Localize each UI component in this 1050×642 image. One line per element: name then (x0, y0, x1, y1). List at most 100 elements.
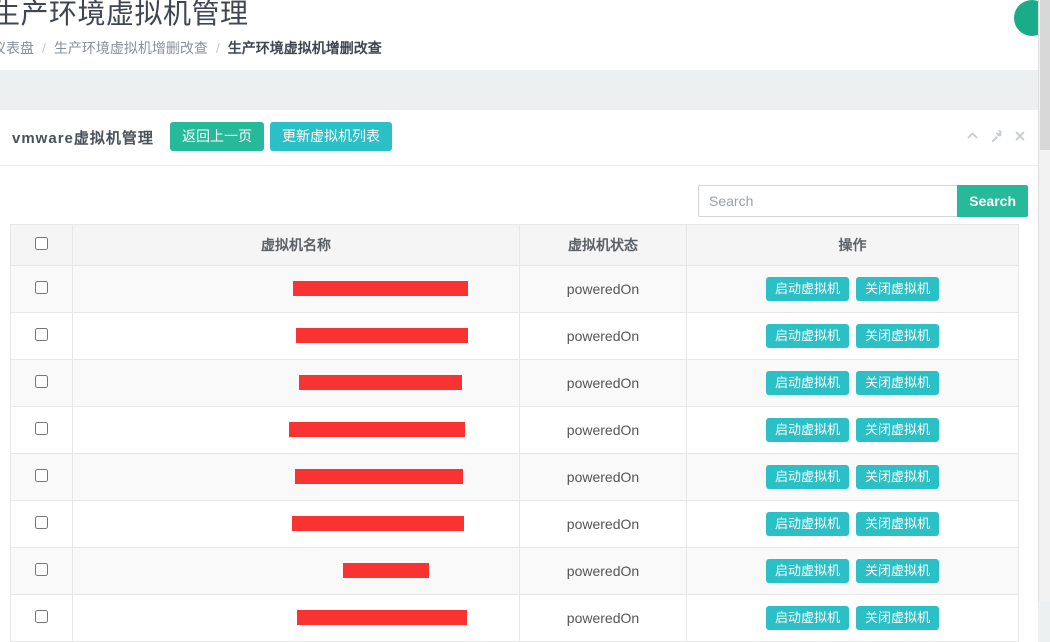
panel-header-actions: 返回上一页 更新虚拟机列表 (170, 122, 392, 152)
column-header-select-all (10, 224, 73, 266)
column-header-operations: 操作 (686, 224, 1019, 266)
start-vm-button[interactable]: 启动虚拟机 (765, 276, 849, 302)
page-scrollbar-thumb[interactable] (1040, 0, 1050, 150)
refresh-vm-list-button[interactable]: 更新虚拟机列表 (270, 122, 392, 152)
vm-operations-cell: 启动虚拟机 关闭虚拟机 (686, 547, 1019, 595)
column-header-vm-name: 虚拟机名称 (72, 224, 520, 266)
search-group: Search (698, 185, 1028, 217)
stop-vm-button[interactable]: 关闭虚拟机 (856, 464, 940, 490)
table-row: poweredOn 启动虚拟机 关闭虚拟机 (10, 500, 1019, 548)
start-vm-button[interactable]: 启动虚拟机 (765, 558, 849, 584)
stop-vm-button[interactable]: 关闭虚拟机 (856, 323, 940, 349)
redaction-overlay (293, 281, 468, 296)
vm-name-cell (72, 500, 520, 548)
vm-operations-cell: 启动虚拟机 关闭虚拟机 (686, 265, 1019, 313)
operations-group: 启动虚拟机 关闭虚拟机 (687, 417, 1018, 443)
breadcrumb-item-vm-crud[interactable]: 生产环境虚拟机增删改查 (54, 38, 208, 58)
page-header: 生产环境虚拟机管理 仪表盘 / 生产环境虚拟机增删改查 / 生产环境虚拟机增删改… (0, 0, 1050, 70)
stop-vm-button[interactable]: 关闭虚拟机 (856, 511, 940, 537)
table-row: poweredOn 启动虚拟机 关闭虚拟机 (10, 312, 1019, 360)
operations-group: 启动虚拟机 关闭虚拟机 (687, 605, 1018, 631)
start-vm-button[interactable]: 启动虚拟机 (765, 323, 849, 349)
select-all-checkbox[interactable] (35, 237, 48, 250)
breadcrumb-item-dashboard[interactable]: 仪表盘 (0, 38, 34, 58)
chevron-up-icon[interactable] (966, 129, 979, 142)
search-button[interactable]: Search (957, 185, 1028, 217)
row-select-cell (10, 265, 73, 313)
table-row: poweredOn 启动虚拟机 关闭虚拟机 (10, 359, 1019, 407)
stop-vm-button[interactable]: 关闭虚拟机 (856, 417, 940, 443)
vm-table: 虚拟机名称 虚拟机状态 操作 poweredOn 启动虚拟机 关闭虚拟机 powere… (10, 224, 1019, 642)
redaction-overlay (296, 328, 468, 343)
row-select-checkbox[interactable] (35, 563, 48, 576)
operations-group: 启动虚拟机 关闭虚拟机 (687, 558, 1018, 584)
table-row: poweredOn 启动虚拟机 关闭虚拟机 (10, 265, 1019, 313)
vm-state-cell: poweredOn (519, 406, 687, 454)
close-icon[interactable] (1014, 130, 1026, 142)
row-select-checkbox[interactable] (35, 281, 48, 294)
row-select-checkbox[interactable] (35, 375, 48, 388)
start-vm-button[interactable]: 启动虚拟机 (765, 605, 849, 631)
redaction-overlay (297, 610, 467, 625)
vm-operations-cell: 启动虚拟机 关闭虚拟机 (686, 500, 1019, 548)
stop-vm-button[interactable]: 关闭虚拟机 (856, 605, 940, 631)
row-select-cell (10, 547, 73, 595)
vm-state-cell: poweredOn (519, 265, 687, 313)
stop-vm-button[interactable]: 关闭虚拟机 (856, 558, 940, 584)
row-select-cell (10, 406, 73, 454)
vm-state-cell: poweredOn (519, 359, 687, 407)
page-scrollbar[interactable] (1038, 0, 1050, 602)
stop-vm-button[interactable]: 关闭虚拟机 (856, 370, 940, 396)
breadcrumb-item-current: 生产环境虚拟机增删改查 (227, 40, 382, 56)
redaction-overlay (292, 516, 464, 531)
table-row: poweredOn 启动虚拟机 关闭虚拟机 (10, 406, 1019, 454)
vm-name-cell (72, 453, 520, 501)
row-select-checkbox[interactable] (35, 422, 48, 435)
vm-management-panel: vmware虚拟机管理 返回上一页 更新虚拟机列表 Search Search … (0, 110, 1038, 642)
start-vm-button[interactable]: 启动虚拟机 (765, 464, 849, 490)
start-vm-button[interactable]: 启动虚拟机 (765, 417, 849, 443)
panel-body: Search 虚拟机名称 虚拟机状态 操作 poweredOn启动虚拟机关闭虚拟… (0, 166, 1038, 642)
panel-tools (966, 129, 1026, 142)
row-select-checkbox[interactable] (35, 610, 48, 623)
redaction-overlay (299, 375, 462, 390)
operations-group: 启动虚拟机 关闭虚拟机 (687, 464, 1018, 490)
vm-state-cell: poweredOn (519, 547, 687, 595)
back-button[interactable]: 返回上一页 (170, 122, 264, 152)
vm-state-cell: poweredOn (519, 453, 687, 501)
row-select-checkbox[interactable] (35, 516, 48, 529)
breadcrumb-separator: / (42, 40, 46, 56)
start-vm-button[interactable]: 启动虚拟机 (765, 370, 849, 396)
vm-operations-cell: 启动虚拟机 关闭虚拟机 (686, 312, 1019, 360)
redaction-overlay (295, 469, 463, 484)
operations-group: 启动虚拟机 关闭虚拟机 (687, 323, 1018, 349)
search-input[interactable] (698, 185, 958, 217)
vm-state-cell: poweredOn (519, 312, 687, 360)
vm-name-cell (72, 406, 520, 454)
start-vm-button[interactable]: 启动虚拟机 (765, 511, 849, 537)
row-select-cell (10, 359, 73, 407)
vm-state-cell: poweredOn (519, 500, 687, 548)
redaction-overlay (343, 563, 429, 578)
redaction-overlay (289, 422, 465, 437)
panel-header: vmware虚拟机管理 返回上一页 更新虚拟机列表 (0, 110, 1038, 166)
operations-group: 启动虚拟机 关闭虚拟机 (687, 276, 1018, 302)
row-select-cell (10, 500, 73, 548)
operations-group: 启动虚拟机 关闭虚拟机 (687, 511, 1018, 537)
wrench-icon[interactable] (990, 129, 1003, 142)
vm-table-body: poweredOn 启动虚拟机 关闭虚拟机 poweredOn 启动虚拟机 关闭虚拟机 po… (10, 265, 1019, 642)
breadcrumb: 仪表盘 / 生产环境虚拟机增删改查 / 生产环境虚拟机增删改查 (0, 38, 382, 58)
row-select-cell (10, 312, 73, 360)
table-header-row: 虚拟机名称 虚拟机状态 操作 (10, 224, 1019, 266)
panel-title: vmware虚拟机管理 (12, 130, 154, 147)
vm-operations-cell: 启动虚拟机 关闭虚拟机 (686, 406, 1019, 454)
row-select-checkbox[interactable] (35, 328, 48, 341)
table-row: poweredOn 启动虚拟机 关闭虚拟机 (10, 453, 1019, 501)
row-select-cell (10, 453, 73, 501)
vm-operations-cell: 启动虚拟机 关闭虚拟机 (686, 359, 1019, 407)
operations-group: 启动虚拟机 关闭虚拟机 (687, 370, 1018, 396)
vm-name-cell (72, 547, 520, 595)
row-select-checkbox[interactable] (35, 469, 48, 482)
breadcrumb-separator: / (215, 40, 220, 56)
stop-vm-button[interactable]: 关闭虚拟机 (856, 276, 940, 302)
